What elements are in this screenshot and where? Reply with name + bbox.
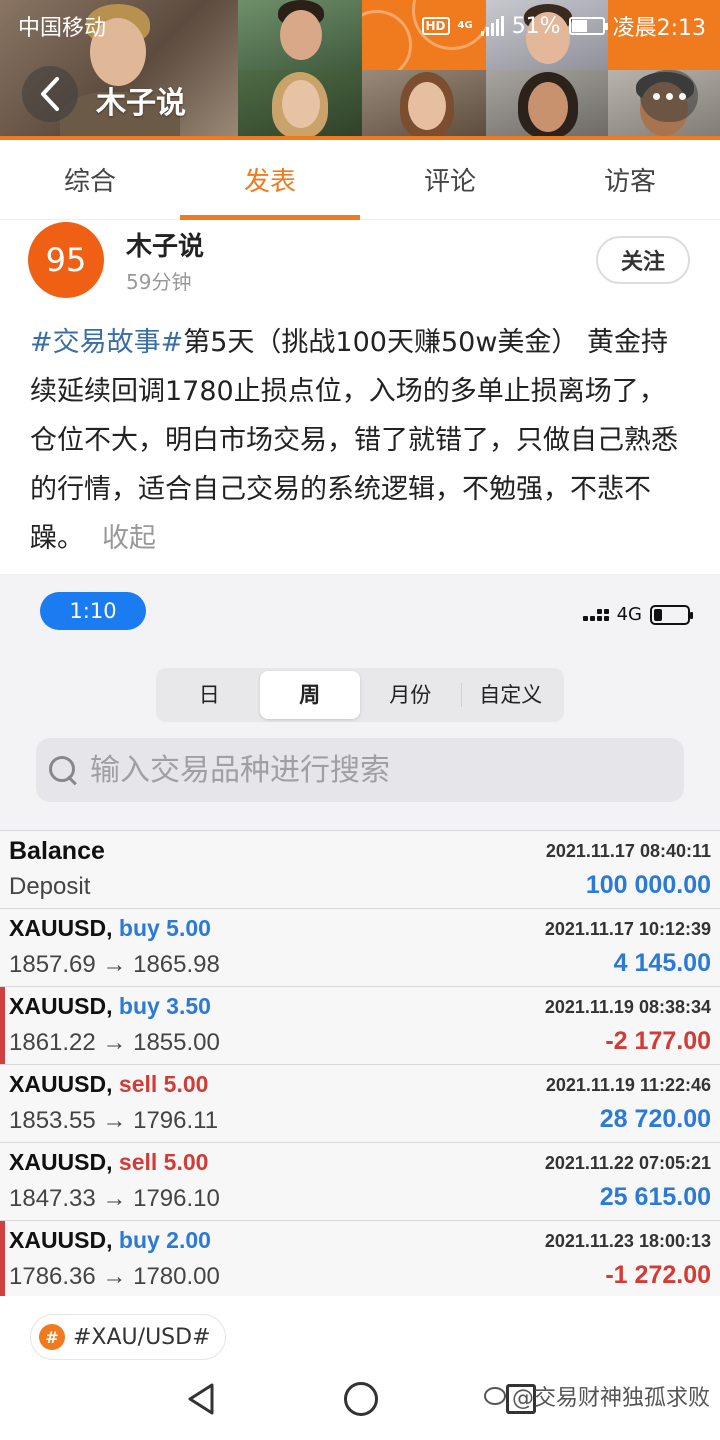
row-symbol: Balance [9,837,105,865]
row-side: sell 5.00 [118,1071,209,1097]
row-symbol: XAUUSD, [9,915,113,941]
row-detail: 1857.69 → 1865.98 [9,951,220,978]
trade-row[interactable]: XAUUSD, buy 2.00 1786.36 → 1780.00 2021.… [0,1220,720,1296]
screenshot-time: 1:10 [40,592,146,630]
search-input[interactable] [90,752,684,788]
row-detail: 1861.22 → 1855.00 [9,1029,220,1056]
row-amount: -1 272.00 [605,1261,711,1289]
trade-row[interactable]: Balance Deposit 2021.11.17 08:40:11 100 … [0,830,720,908]
trade-row[interactable]: XAUUSD, buy 5.00 1857.69 → 1865.98 2021.… [0,908,720,986]
nav-back-icon[interactable] [186,1382,216,1416]
author-name[interactable]: 木子说 [126,226,204,263]
watermark-logo-icon [483,1387,506,1405]
segment-month[interactable]: 月份 [360,671,461,719]
row-side: buy 5.00 [118,915,211,941]
carrier-label: 中国移动 [18,16,107,41]
more-dot-icon [652,92,660,100]
row-detail: 1786.36 → 1780.00 [9,1263,220,1290]
page-title: 木子说 [96,86,186,121]
tab-posts[interactable]: 发表 [180,140,360,220]
row-date: 2021.11.17 10:12:39 [544,919,711,939]
row-date: 2021.11.22 07:05:21 [544,1153,711,1173]
post-time: 59分钟 [126,270,192,294]
watermark: @交易财神独孤求败 [483,1380,710,1412]
signal-icon [480,16,504,36]
trade-row[interactable]: XAUUSD, buy 3.50 1861.22 → 1855.00 2021.… [0,986,720,1064]
topic-label: #XAU/USD# [73,1324,211,1350]
search-icon [48,755,78,785]
row-side: buy 3.50 [118,993,211,1019]
row-amount: 100 000.00 [585,871,711,899]
row-symbol: XAUUSD, [9,1227,113,1253]
tab-overview[interactable]: 综合 [0,140,180,219]
row-date: 2021.11.17 08:40:11 [545,841,711,861]
row-symbol: XAUUSD, [9,1149,113,1175]
row-amount: -2 177.00 [605,1027,711,1055]
post-text: 第5天（挑战100天赚50w美金） 黄金持续延续回调1780止损点位，入场的多单… [30,327,678,554]
nav-home-icon[interactable] [344,1382,378,1416]
embedded-screenshot[interactable]: 1:10 4G 日 周 月份 自定义 Balance Deposit 2021.… [0,574,720,1296]
row-amount: 28 720.00 [599,1105,711,1133]
clock: 凌晨2:13 [612,16,706,41]
tab-comments[interactable]: 评论 [360,140,540,219]
avatar[interactable]: 95 [28,222,104,298]
battery-icon [568,17,608,35]
network-label: 4G [457,20,473,31]
trade-history-list: Balance Deposit 2021.11.17 08:40:11 100 … [0,830,720,1296]
banner-photo-5 [362,70,486,140]
screenshot-network: 4G [616,604,642,625]
signal-icon [582,608,609,621]
profile-tabs: 综合 发表 评论 访客 [0,140,720,220]
row-detail: 1847.33 → 1796.10 [9,1185,220,1212]
follow-button[interactable]: 关注 [596,236,690,284]
trade-row[interactable]: XAUUSD, sell 5.00 1847.33 → 1796.10 2021… [0,1142,720,1220]
system-nav-bar: @交易财神独孤求败 [0,1366,720,1440]
battery-icon [650,604,693,625]
row-symbol: XAUUSD, [9,1071,113,1097]
banner-photo-4 [238,70,362,140]
more-dot-icon [678,92,686,100]
row-date: 2021.11.19 11:22:46 [545,1075,711,1095]
chevron-left-icon [41,77,59,111]
row-symbol: XAUUSD, [9,993,113,1019]
row-amount: 4 145.00 [613,949,711,977]
segment-week[interactable]: 周 [259,671,360,719]
battery-percent: 51% [511,13,561,39]
banner-photo-6 [486,70,608,140]
hashtag-link[interactable]: #交易故事# [30,327,183,358]
search-bar[interactable] [36,738,684,802]
row-amount: 25 615.00 [599,1183,711,1211]
hd-icon: HD [421,17,450,35]
segment-custom[interactable]: 自定义 [460,671,562,719]
row-date: 2021.11.23 18:00:13 [544,1231,711,1251]
row-side: sell 5.00 [118,1149,209,1175]
watermark-text: @交易财神独孤求败 [511,1386,710,1411]
tab-visitors[interactable]: 访客 [540,140,720,219]
row-detail: Deposit [9,873,91,900]
row-detail: 1853.55 → 1796.11 [9,1107,219,1134]
topic-chip[interactable]: # #XAU/USD# [30,1314,226,1360]
status-bar: 中国移动 HD 4G 51% 凌晨2:13 [0,0,720,48]
segment-day[interactable]: 日 [159,671,260,719]
more-button[interactable] [640,70,698,122]
collapse-link[interactable]: 收起 [102,523,156,554]
screenshot-status: 4G [582,604,693,625]
more-dot-icon [665,92,673,100]
hashtag-icon: # [39,1324,65,1350]
trade-row[interactable]: XAUUSD, sell 5.00 1853.55 → 1796.11 2021… [0,1064,720,1142]
row-date: 2021.11.19 08:38:34 [544,997,711,1017]
row-side: buy 2.00 [118,1227,211,1253]
back-button[interactable] [22,66,78,122]
period-selector: 日 周 月份 自定义 [156,668,564,722]
post-body: #交易故事#第5天（挑战100天赚50w美金） 黄金持续延续回调1780止损点位… [30,318,692,563]
